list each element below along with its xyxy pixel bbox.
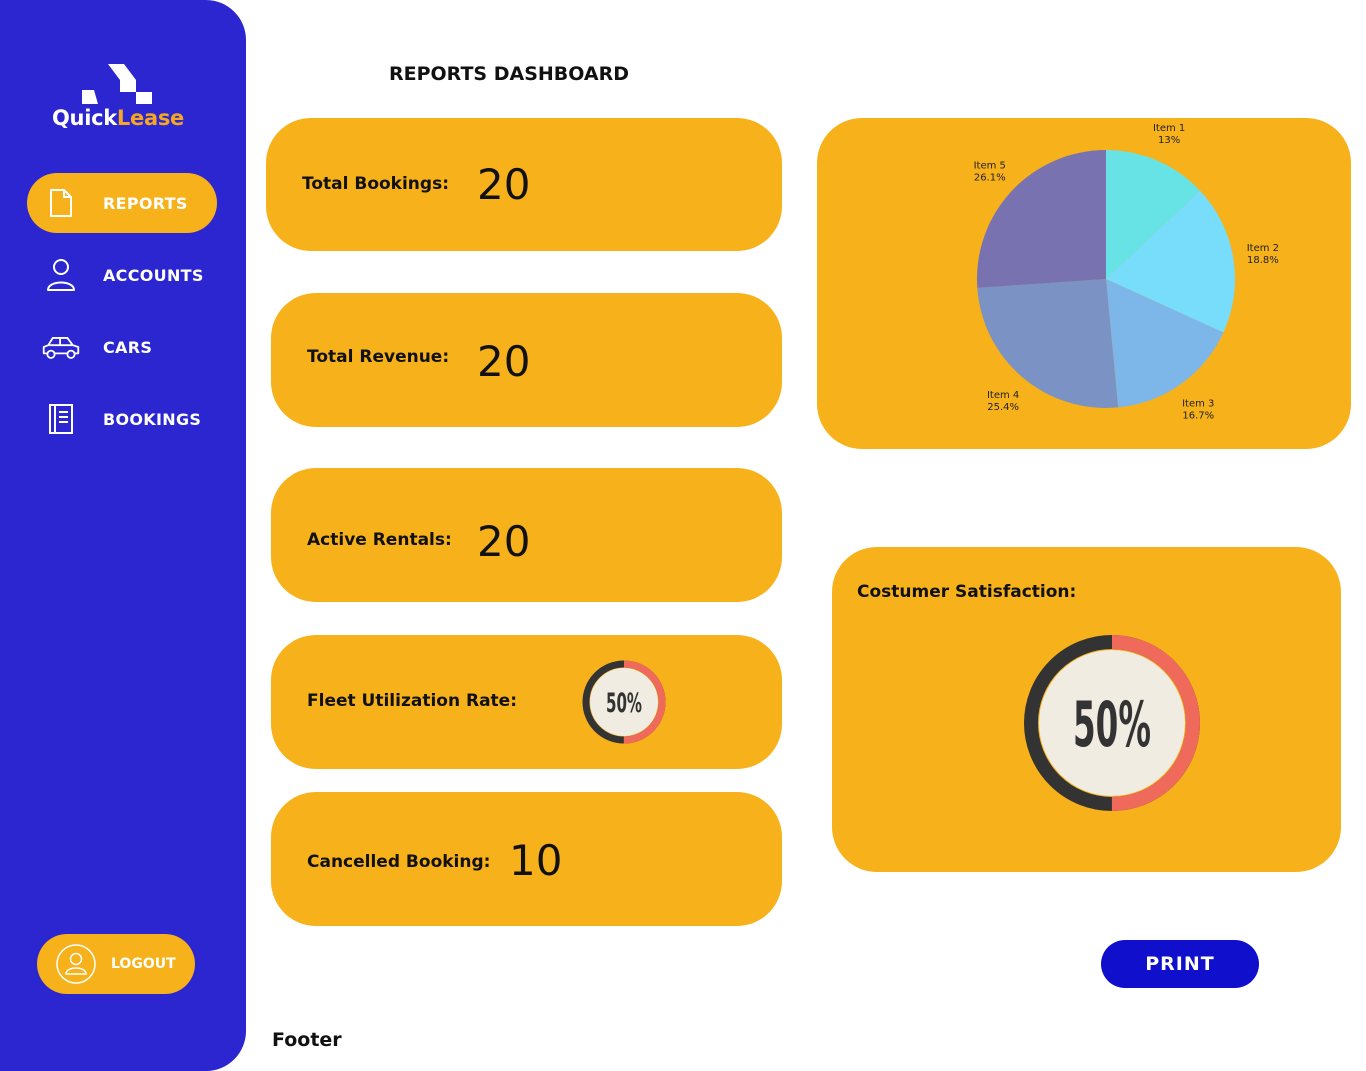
pie-label-name: Item 5 [974, 161, 1006, 172]
brand-name-part2: Lease [116, 106, 184, 130]
satisfaction-gauge: 50% [1024, 635, 1200, 811]
footer: Footer [272, 1029, 342, 1051]
sidebar-item-bookings[interactable]: BOOKINGS [27, 389, 217, 449]
book-icon [41, 401, 81, 437]
satisfaction-card: Costumer Satisfaction: 50% [832, 547, 1341, 872]
total-revenue-label: Total Revenue: [307, 347, 450, 367]
pie-slice-4 [977, 279, 1119, 408]
pie-label-value: 18.8% [1247, 255, 1279, 266]
satisfaction-value: 50% [1073, 688, 1151, 761]
cancelled-booking-card: Cancelled Booking: 10 [271, 792, 782, 926]
total-bookings-card: Total Bookings: 20 [266, 118, 782, 251]
user-icon [41, 257, 81, 293]
pie-label-name: Item 2 [1247, 243, 1279, 254]
satisfaction-label: Costumer Satisfaction: [857, 582, 1077, 602]
logo-mark-icon [82, 64, 152, 104]
pie-label-value: 26.1% [974, 173, 1006, 184]
pie-label-name: Item 3 [1182, 399, 1214, 410]
pie-label-name: Item 4 [987, 390, 1019, 401]
document-icon [41, 185, 81, 221]
sidebar-item-label: BOOKINGS [103, 409, 202, 429]
page-title: REPORTS DASHBOARD [389, 63, 630, 85]
sidebar-item-label: CARS [103, 337, 153, 357]
fleet-utilization-gauge: 50% [582, 660, 666, 744]
pie-label-name: Item 1 [1153, 123, 1185, 134]
fleet-utilization-value: 50% [606, 688, 642, 719]
pie-chart-card: Item 1 13% Item 2 18.8% Item 3 16.7% Item 4 25.… [817, 118, 1351, 449]
cancelled-booking-label: Cancelled Booking: [307, 852, 491, 872]
fleet-utilization-card: Fleet Utilization Rate: 50% [271, 635, 782, 769]
sidebar-item-label: REPORTS [103, 193, 188, 213]
sidebar-item-accounts[interactable]: ACCOUNTS [27, 245, 217, 305]
pie-label-value: 16.7% [1182, 411, 1214, 422]
print-button[interactable]: PRINT [1101, 940, 1259, 988]
logout-label: LOGOUT [111, 956, 176, 972]
sidebar-item-label: ACCOUNTS [103, 265, 204, 285]
pie-label-value: 25.4% [987, 402, 1019, 413]
sidebar: QuickLease REPORTS ACCOUNTS CARS BOOKING… [0, 0, 246, 1071]
pie-chart: Item 113% Item 218.8% Item 316.7% Item 425.… [974, 123, 1279, 422]
cancelled-booking-value: 10 [509, 836, 563, 885]
quicklease-logo[interactable]: QuickLease [52, 62, 184, 134]
total-revenue-value: 20 [477, 337, 531, 386]
total-bookings-label: Total Bookings: [302, 174, 449, 194]
brand-name-part1: Quick [52, 106, 117, 130]
sidebar-item-reports[interactable]: REPORTS [27, 173, 217, 233]
total-revenue-card: Total Revenue: 20 [271, 293, 782, 427]
active-rentals-label: Active Rentals: [307, 530, 452, 550]
pie-label-value: 13% [1158, 135, 1180, 146]
brand-name: QuickLease [52, 106, 184, 130]
active-rentals-value: 20 [477, 517, 531, 566]
active-rentals-card: Active Rentals: 20 [271, 468, 782, 602]
sidebar-item-cars[interactable]: CARS [27, 317, 217, 377]
logout-button[interactable]: LOGOUT [37, 934, 195, 994]
car-icon [41, 329, 81, 365]
fleet-utilization-label: Fleet Utilization Rate: [307, 691, 517, 711]
total-bookings-value: 20 [477, 160, 531, 209]
user-circle-icon [56, 944, 96, 984]
